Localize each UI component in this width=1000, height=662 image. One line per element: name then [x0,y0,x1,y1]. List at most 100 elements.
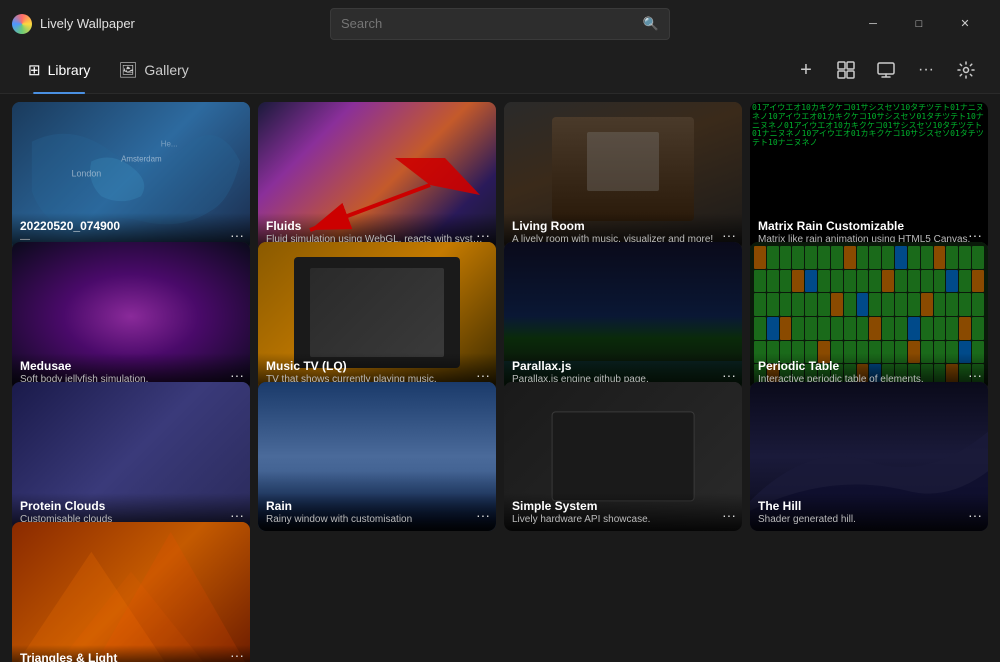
periodic-cell [767,293,779,316]
periodic-cell [805,293,817,316]
periodic-cell [921,270,933,293]
wallpaper-card-rain[interactable]: Rain Rainy window with customisation ··· [258,382,496,531]
wallpaper-card-fluid[interactable]: Fluids Fluid simulation using WebGL, rea… [258,102,496,251]
card-menu-button[interactable]: ··· [968,367,982,383]
periodic-cell [972,317,984,340]
card-title: Parallax.js [512,359,734,373]
periodic-cell [882,293,894,316]
periodic-cell [818,293,830,316]
tab-gallery[interactable]: 🖼 Gallery [106,55,200,85]
card-title: Periodic Table [758,359,980,373]
periodic-cell [895,270,907,293]
periodic-cell [780,270,792,293]
periodic-cell [818,246,830,269]
card-title: Fluids [266,219,488,233]
triangles-bg [12,522,250,662]
card-menu-button[interactable]: ··· [476,507,490,523]
periodic-cell [805,246,817,269]
periodic-cell [754,317,766,340]
card-desc: Lively hardware API showcase. [512,514,734,525]
layout-icon [837,61,855,79]
card-menu-button[interactable]: ··· [722,507,736,523]
add-button[interactable]: + [788,52,824,88]
svg-text:Amsterdam: Amsterdam [121,155,162,164]
navbar-actions: + ··· [788,52,984,88]
periodic-cell [946,246,958,269]
periodic-cell [946,317,958,340]
tab-library[interactable]: ⊞ Library [16,55,102,85]
card-menu-button[interactable]: ··· [968,507,982,523]
periodic-cell [908,270,920,293]
card-thumbnail [12,522,250,662]
wallpaper-card-medusa[interactable]: Medusae Soft body jellyfish simulation. … [12,242,250,391]
periodic-cell [818,270,830,293]
periodic-cell [844,270,856,293]
card-menu-button[interactable]: ··· [722,227,736,243]
card-menu-button[interactable]: ··· [230,367,244,383]
screen-button[interactable] [868,52,904,88]
card-title: Living Room [512,219,734,233]
card-info: Rain Rainy window with customisation [258,493,496,531]
periodic-cell [934,246,946,269]
periodic-cell [857,293,869,316]
periodic-cell [767,246,779,269]
periodic-cell [805,317,817,340]
card-info: Triangles & Light [12,645,250,662]
periodic-cell [908,246,920,269]
periodic-cell [959,293,971,316]
card-title: Simple System [512,499,734,513]
wallpaper-card-musictv[interactable]: Music TV (LQ) TV that shows currently pl… [258,242,496,391]
periodic-cell [921,246,933,269]
search-input[interactable] [341,16,643,31]
card-menu-button[interactable]: ··· [230,647,244,662]
close-button[interactable]: ✕ [942,8,988,40]
periodic-cell [946,270,958,293]
periodic-cell [754,246,766,269]
periodic-cell [921,317,933,340]
more-button[interactable]: ··· [908,52,944,88]
wallpaper-card-triangles[interactable]: Triangles & Light ··· [12,522,250,662]
settings-button[interactable] [948,52,984,88]
card-menu-button[interactable]: ··· [476,227,490,243]
periodic-cell [869,246,881,269]
periodic-cell [882,317,894,340]
wallpaper-card-geo[interactable]: London Amsterdam He... 20220520_074900 —… [12,102,250,251]
search-icon: 🔍 [643,16,659,32]
periodic-cell [882,246,894,269]
screen-icon [877,61,895,79]
wallpaper-card-hill[interactable]: The Hill Shader generated hill. ··· [750,382,988,531]
wallpaper-card-living[interactable]: Living Room A lively room with music, vi… [504,102,742,251]
periodic-cell [869,270,881,293]
titlebar: Lively Wallpaper 🔍 ─ □ ✕ [0,0,1000,47]
card-menu-button[interactable]: ··· [968,227,982,243]
card-menu-button[interactable]: ··· [230,227,244,243]
minimize-button[interactable]: ─ [850,8,896,40]
card-title: Rain [266,499,488,513]
card-title: 20220520_074900 [20,219,242,233]
maximize-button[interactable]: □ [896,8,942,40]
layout-button[interactable] [828,52,864,88]
periodic-cell [767,317,779,340]
wallpaper-card-simple[interactable]: Simple System Lively hardware API showca… [504,382,742,531]
periodic-cell [869,293,881,316]
periodic-cell [959,270,971,293]
periodic-cell [934,293,946,316]
wallpaper-grid: London Amsterdam He... 20220520_074900 —… [0,94,1000,662]
wallpaper-card-parallax[interactable]: Parallax.js Parallax.js engine github pa… [504,242,742,391]
periodic-cell [805,270,817,293]
card-menu-button[interactable]: ··· [230,507,244,523]
card-menu-button[interactable]: ··· [476,367,490,383]
periodic-cell [792,317,804,340]
search-bar[interactable]: 🔍 [330,8,670,40]
card-menu-button[interactable]: ··· [722,367,736,383]
periodic-cell [857,246,869,269]
periodic-cell [831,246,843,269]
wallpaper-card-periodic[interactable]: Periodic Table Interactive periodic tabl… [750,242,988,391]
periodic-cell [972,293,984,316]
periodic-cell [792,270,804,293]
wallpaper-card-protein[interactable]: Protein Clouds Customisable clouds ··· [12,382,250,531]
wallpaper-card-matrix[interactable]: 01アイウエオ10カキクケコ01サシスセソ10タチツテト01ナニヌネノ10アイウ… [750,102,988,251]
card-title: Matrix Rain Customizable [758,219,980,233]
card-title: Music TV (LQ) [266,359,488,373]
card-title: The Hill [758,499,980,513]
